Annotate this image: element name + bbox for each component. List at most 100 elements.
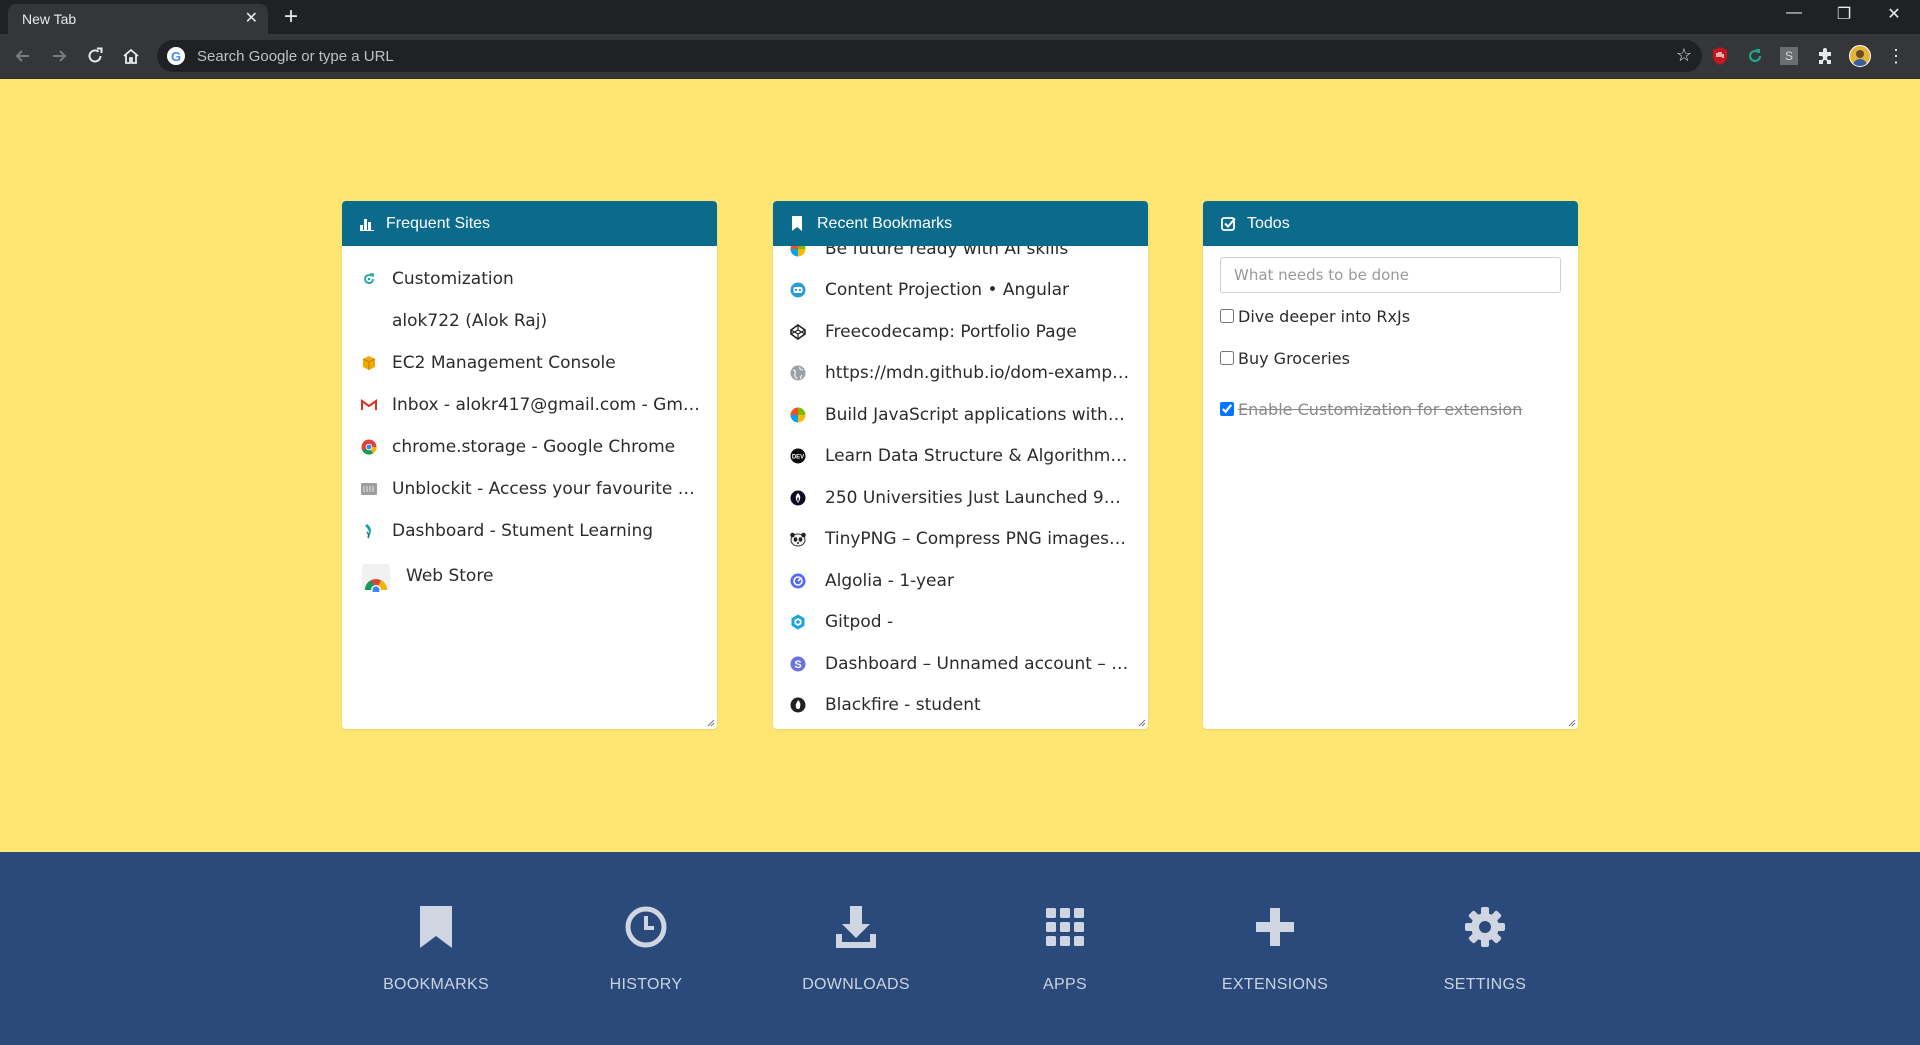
bookmark-item[interactable]: Blackfire - student: [773, 685, 1148, 727]
panda-icon: [789, 530, 807, 548]
clock-icon: [566, 902, 726, 952]
home-icon[interactable]: [117, 42, 145, 70]
bookmark-item[interactable]: https://mdn.github.io/dom-examples/...: [773, 353, 1148, 395]
gear-icon: [1405, 902, 1565, 952]
resize-grip-icon[interactable]: [1566, 717, 1576, 727]
window-close-icon[interactable]: ✕: [1874, 4, 1914, 24]
todo-checkbox[interactable]: [1220, 402, 1234, 416]
bookmark-item[interactable]: S Dashboard – Unnamed account – Stri...: [773, 643, 1148, 685]
todos-panel: Todos Dive deeper into RxJs Buy Grocerie…: [1203, 201, 1578, 729]
todo-label: Buy Groceries: [1238, 348, 1350, 368]
todos-title: Todos: [1247, 214, 1290, 232]
resize-grip-icon[interactable]: [1136, 717, 1146, 727]
footer-apps-button[interactable]: APPS: [985, 902, 1145, 994]
bookmark-label: https://mdn.github.io/dom-examples/...: [825, 363, 1130, 384]
bookmark-item[interactable]: DEV Learn Data Structure & Algorithm in …: [773, 436, 1148, 478]
stripe-icon: S: [789, 655, 807, 673]
bookmark-item[interactable]: 250 Universities Just Launched 900 F...: [773, 477, 1148, 519]
address-bar[interactable]: G ☆: [157, 40, 1702, 72]
profile-avatar[interactable]: [1849, 45, 1871, 67]
bookmark-item[interactable]: Freecodecamp: Portfolio Page: [773, 311, 1148, 353]
bookmark-item[interactable]: Gitpod -: [773, 602, 1148, 644]
globe-icon: [789, 364, 807, 382]
bookmark-item[interactable]: Algolia - 1-year: [773, 560, 1148, 602]
bookmark-label: 250 Universities Just Launched 900 F...: [825, 487, 1130, 508]
tab-title: New Tab: [22, 11, 77, 27]
site-item-customization[interactable]: Customization: [342, 258, 717, 300]
site-item-unblockit[interactable]: Unblockit - Access your favourite bloc..…: [342, 468, 717, 510]
bookmarks-scroll-area[interactable]: Be future ready with AI skills Content P…: [773, 246, 1148, 729]
site-label: Unblockit - Access your favourite bloc..…: [392, 479, 702, 499]
reload-icon[interactable]: [81, 42, 109, 70]
bookmark-item[interactable]: Build JavaScript applications with No...: [773, 394, 1148, 436]
omnibox-input[interactable]: [195, 46, 1599, 66]
browser-toolbar: G ☆ S ⋮: [0, 34, 1920, 79]
todo-checkbox[interactable]: [1220, 351, 1234, 365]
refresh-extension-icon[interactable]: [1744, 45, 1766, 67]
bookmark-item[interactable]: TinyPNG – Compress PNG images w...: [773, 519, 1148, 561]
chrome-icon: [360, 438, 378, 456]
footer-label: HISTORY: [609, 976, 683, 993]
footer-settings-button[interactable]: SETTINGS: [1405, 902, 1565, 994]
footer-extensions-button[interactable]: EXTENSIONS: [1195, 902, 1355, 994]
download-icon: [776, 902, 936, 952]
site-item-stument[interactable]: Dashboard - Stument Learning: [342, 510, 717, 552]
footer-label: SETTINGS: [1443, 976, 1527, 993]
aws-box-icon: [360, 354, 378, 372]
recent-bookmarks-title: Recent Bookmarks: [817, 214, 953, 232]
site-label: chrome.storage - Google Chrome: [392, 437, 676, 457]
site-label: Dashboard - Stument Learning: [392, 521, 654, 541]
ublock-origin-icon[interactable]: [1709, 45, 1731, 67]
frequent-sites-panel: Frequent Sites Customization alok722 (Al…: [342, 201, 717, 729]
google-logo-icon: G: [167, 47, 185, 65]
blank-favicon-icon: [360, 312, 378, 330]
bookmark-label: TinyPNG – Compress PNG images w...: [825, 529, 1130, 550]
chrome-menu-icon[interactable]: ⋮: [1885, 45, 1907, 67]
todo-item-done: Enable Customization for extension: [1203, 399, 1578, 419]
site-item-ec2[interactable]: EC2 Management Console: [342, 342, 717, 384]
close-tab-icon[interactable]: ✕: [245, 4, 258, 34]
frequent-sites-header: Frequent Sites: [342, 201, 717, 246]
svg-text:S: S: [794, 659, 801, 671]
site-item-web-store[interactable]: Web Store: [342, 552, 717, 600]
dev-icon: DEV: [789, 447, 807, 465]
site-item-chrome-storage[interactable]: chrome.storage - Google Chrome: [342, 426, 717, 468]
site-label: Web Store: [406, 566, 494, 586]
new-tab-button[interactable]: +: [284, 2, 298, 32]
minimize-icon[interactable]: —: [1774, 4, 1814, 22]
s-extension-icon[interactable]: S: [1778, 45, 1800, 67]
extensions-puzzle-icon[interactable]: [1814, 45, 1836, 67]
recent-bookmarks-panel: Recent Bookmarks Be future ready with AI…: [773, 201, 1148, 729]
resize-grip-icon[interactable]: [705, 717, 715, 727]
footer-label: APPS: [1043, 976, 1087, 993]
apps-grid-icon: [985, 902, 1145, 952]
footer-bookmarks-button[interactable]: BOOKMARKS: [356, 902, 516, 994]
footer-history-button[interactable]: HISTORY: [566, 902, 726, 994]
todo-label: Dive deeper into RxJs: [1238, 306, 1411, 326]
bookmark-icon: [356, 902, 516, 952]
todo-input[interactable]: [1220, 257, 1561, 293]
bookmark-star-icon[interactable]: ☆: [1676, 45, 1692, 66]
bookmark-item[interactable]: Be future ready with AI skills: [773, 246, 1148, 270]
bookmarks-list: Be future ready with AI skills Content P…: [773, 246, 1148, 726]
footer-label: EXTENSIONS: [1221, 976, 1329, 993]
tab-new-tab[interactable]: New Tab ✕: [8, 4, 268, 34]
site-item-github[interactable]: alok722 (Alok Raj): [342, 300, 717, 342]
restore-icon[interactable]: ❐: [1824, 4, 1864, 24]
todo-checkbox[interactable]: [1220, 309, 1234, 323]
bookmark-header-icon: [791, 216, 807, 232]
site-label: EC2 Management Console: [392, 353, 616, 373]
footer-downloads-button[interactable]: DOWNLOADS: [776, 902, 936, 994]
bookmark-label: Algolia - 1-year: [825, 570, 954, 591]
forward-icon[interactable]: [45, 42, 73, 70]
footer-label: BOOKMARKS: [383, 976, 489, 993]
bookmark-label: Dashboard – Unnamed account – Stri...: [825, 653, 1130, 674]
stument-icon: [360, 522, 378, 540]
bookmark-item[interactable]: Content Projection • Angular: [773, 270, 1148, 312]
todo-item: Buy Groceries: [1203, 348, 1578, 368]
site-item-gmail[interactable]: Inbox - alokr417@gmail.com - Gmail: [342, 384, 717, 426]
webstore-icon: [360, 560, 392, 592]
unblockit-icon: [360, 480, 378, 498]
back-icon[interactable]: [9, 42, 37, 70]
tab-strip: New Tab ✕ + — ❐ ✕: [0, 0, 1920, 34]
